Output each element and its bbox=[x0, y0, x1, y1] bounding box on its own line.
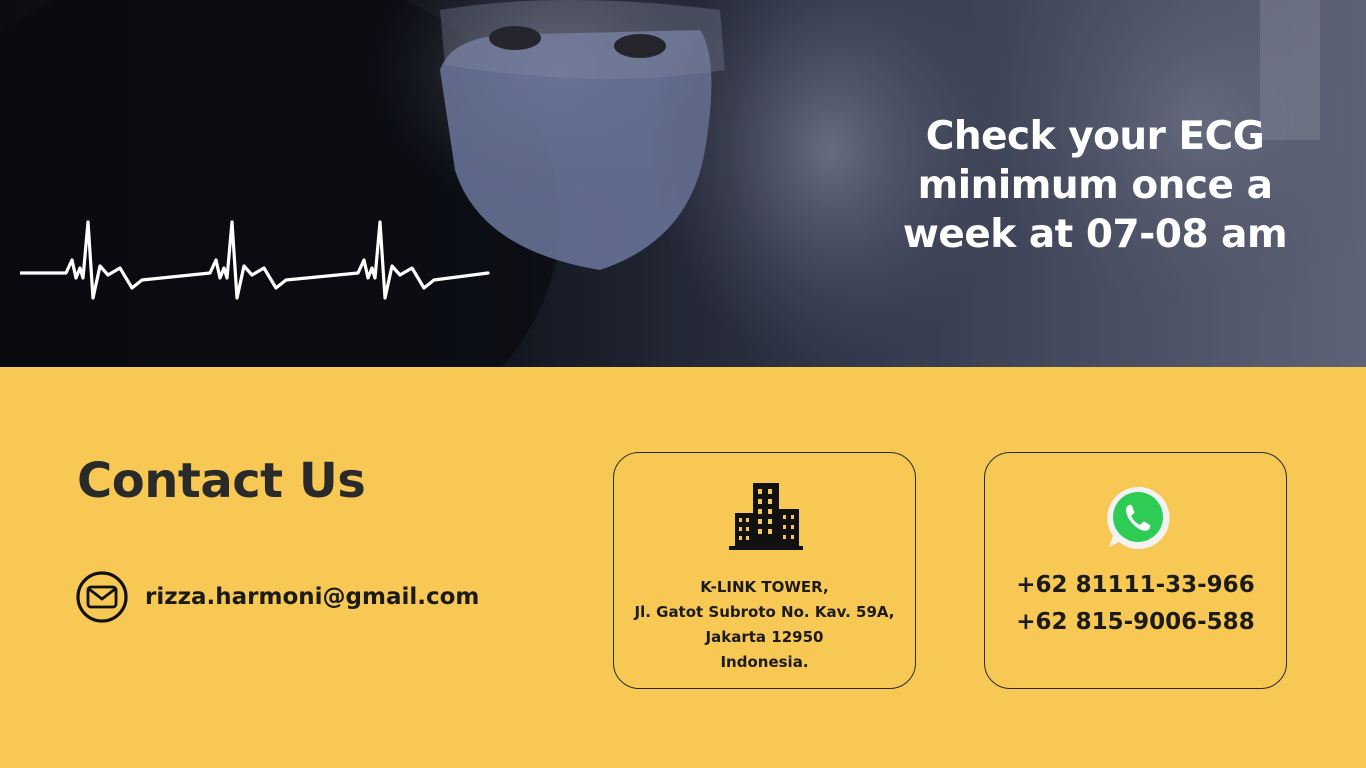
hero-headline: Check your ECG minimum once a week at 07… bbox=[880, 112, 1310, 259]
address-line-2: Jl. Gatot Subroto No. Kav. 59A, bbox=[634, 603, 895, 621]
headline-line-2: minimum once a bbox=[917, 163, 1273, 208]
address-text: K-LINK TOWER, Jl. Gatot Subroto No. Kav.… bbox=[614, 575, 915, 675]
building-icon bbox=[729, 483, 803, 550]
headline-line-1: Check your ECG bbox=[925, 114, 1265, 159]
email-contact[interactable]: rizza.harmoni@gmail.com bbox=[76, 571, 479, 623]
phone-card: +62 81111-33-966 +62 815-9006-588 bbox=[984, 452, 1287, 689]
address-line-4: Indonesia. bbox=[720, 653, 809, 671]
envelope-icon bbox=[76, 571, 128, 623]
address-card: K-LINK TOWER, Jl. Gatot Subroto No. Kav.… bbox=[613, 452, 916, 689]
whatsapp-icon bbox=[1107, 486, 1170, 549]
address-line-3: Jakarta 12950 bbox=[705, 628, 824, 646]
phone-number-2[interactable]: +62 815-9006-588 bbox=[985, 604, 1286, 641]
phone-numbers: +62 81111-33-966 +62 815-9006-588 bbox=[985, 567, 1286, 641]
email-address[interactable]: rizza.harmoni@gmail.com bbox=[145, 584, 479, 610]
phone-number-1[interactable]: +62 81111-33-966 bbox=[985, 567, 1286, 604]
contact-section: Contact Us rizza.harmoni@gmail.com K-LIN… bbox=[0, 367, 1366, 768]
heartbeat-line bbox=[20, 220, 490, 300]
headline-line-3: week at 07-08 am bbox=[902, 212, 1288, 257]
hero-banner: Check your ECG minimum once a week at 07… bbox=[0, 0, 1366, 367]
address-line-1: K-LINK TOWER, bbox=[700, 578, 829, 596]
contact-title: Contact Us bbox=[77, 453, 366, 509]
